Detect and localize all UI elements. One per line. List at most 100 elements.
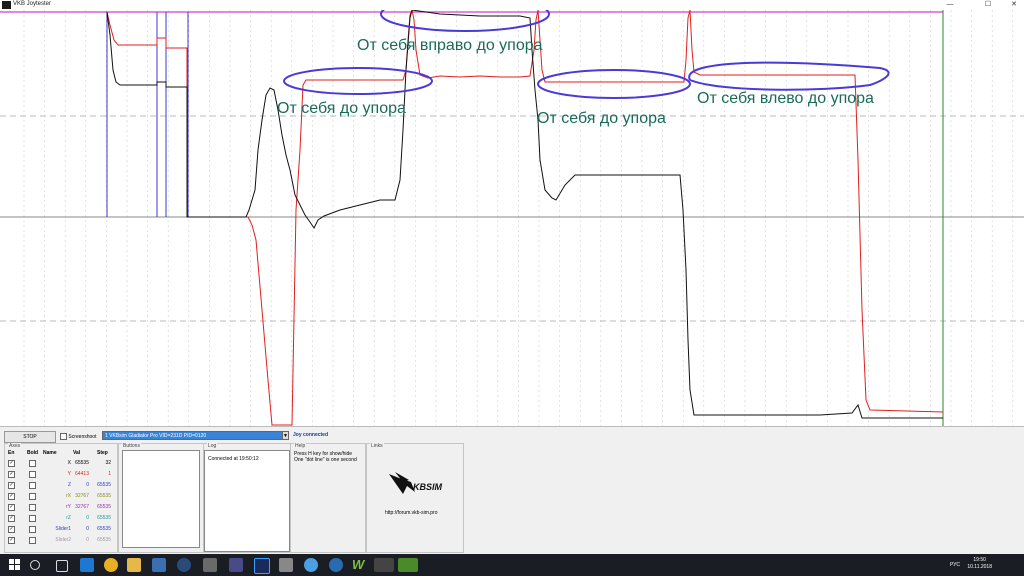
bold-checkbox[interactable] xyxy=(29,482,36,489)
enable-checkbox[interactable]: ✓ xyxy=(8,504,15,511)
axis-row-slider1: ✓ Slider1 0 65535 xyxy=(5,524,115,535)
system-clock[interactable]: 19:50 10.11.2018 xyxy=(967,557,992,571)
screenshot-check-icon[interactable] xyxy=(60,433,67,440)
steam-icon[interactable] xyxy=(177,558,191,572)
enable-checkbox[interactable]: ✓ xyxy=(8,515,15,522)
enable-checkbox[interactable]: ✓ xyxy=(8,482,15,489)
axis-name: X xyxy=(67,460,71,466)
start-icon[interactable] xyxy=(8,558,22,572)
enable-checkbox[interactable]: ✓ xyxy=(8,471,15,478)
control-panel: STOP Screenshoot 1 VKBsim Gladiator Pro … xyxy=(0,426,1024,555)
app-icon-2[interactable] xyxy=(203,558,217,572)
axes-header-name: Name xyxy=(43,450,57,456)
title-bar: VKB Joytester — ☐ ✕ xyxy=(0,0,1024,10)
joytester-taskbar-item[interactable] xyxy=(374,558,394,572)
enable-checkbox[interactable]: ✓ xyxy=(8,526,15,533)
clock-time: 19:50 xyxy=(973,557,986,563)
axes-header-en: En xyxy=(8,450,15,456)
annotation-forward-full-1: От себя до упора xyxy=(277,100,406,117)
winamp-icon[interactable]: W xyxy=(352,558,366,572)
task-view-icon[interactable] xyxy=(56,560,68,572)
axis-row-rx: ✓ rX 32767 65535 xyxy=(5,491,115,502)
enable-checkbox[interactable]: ✓ xyxy=(8,537,15,544)
axis-step: 65535 xyxy=(97,515,111,521)
axis-value: 0 xyxy=(86,537,89,543)
screenshot-checkbox[interactable]: Screenshoot xyxy=(60,433,96,440)
minimize-button[interactable]: — xyxy=(940,0,960,10)
info-icon[interactable] xyxy=(304,558,318,572)
edge-icon[interactable] xyxy=(80,558,94,572)
axis-value: 0 xyxy=(86,526,89,532)
bold-checkbox[interactable] xyxy=(29,493,36,500)
vkbsim-logo[interactable]: KBSIM xyxy=(385,468,445,498)
bold-checkbox[interactable] xyxy=(29,515,36,522)
app-icon-1[interactable] xyxy=(152,558,166,572)
axis-name: rY xyxy=(66,504,71,510)
bold-checkbox[interactable] xyxy=(29,460,36,467)
search-icon[interactable] xyxy=(30,560,40,570)
photoshop-icon[interactable] xyxy=(254,558,270,574)
help-group: Help Press H key for show/hide One "dot … xyxy=(290,443,366,553)
enable-checkbox[interactable]: ✓ xyxy=(8,460,15,467)
axes-header-step: Step xyxy=(97,450,108,456)
bold-checkbox[interactable] xyxy=(29,504,36,511)
axes-header-val: Val xyxy=(73,450,81,456)
annotation-forward-full-2: От себя до упора xyxy=(537,110,666,127)
bold-checkbox[interactable] xyxy=(29,526,36,533)
axis-value: 0 xyxy=(86,515,89,521)
screenshot-label: Screenshoot xyxy=(68,433,97,440)
axis-name: Slider2 xyxy=(55,537,71,543)
axis-step: 65535 xyxy=(97,482,111,488)
windows-taskbar: W РУС 19:50 10.11.2018 xyxy=(0,554,1024,576)
axis-value: 65535 xyxy=(75,460,89,466)
axes-title: Axes xyxy=(8,443,22,449)
axis-name: Y xyxy=(67,471,71,477)
axis-step: 65535 xyxy=(97,537,111,543)
handdrawn-annotation-marks xyxy=(283,10,890,99)
axis-value: 0 xyxy=(86,482,89,488)
buttons-group: Buttons xyxy=(118,443,204,553)
buttons-title: Buttons xyxy=(122,443,141,449)
help-title: Help xyxy=(294,443,307,449)
window-title: VKB Joytester xyxy=(13,1,52,7)
app-icon-6[interactable] xyxy=(398,558,418,572)
forum-link[interactable]: http://forum.vkb-sim.pro xyxy=(385,510,438,516)
axes-group: Axes En Bold Name Val Step ✓ X 65535 32 ✓ Y 64… xyxy=(4,443,118,553)
axis-step: 32 xyxy=(105,460,111,466)
axis-row-y: ✓ Y 64413 1 xyxy=(5,469,115,480)
chevron-down-icon[interactable]: ▼ xyxy=(282,431,289,440)
axis-row-slider2: ✓ Slider2 0 65535 xyxy=(5,535,115,546)
log-box[interactable]: Connected at 19:50:12 xyxy=(204,450,290,552)
links-title: Links xyxy=(370,443,384,449)
buttons-list[interactable] xyxy=(122,450,200,548)
axis-name: Z xyxy=(67,482,71,488)
app-icon xyxy=(2,1,11,9)
axis-row-ry: ✓ rY 32767 65535 xyxy=(5,502,115,513)
axis-name: rX xyxy=(66,493,71,499)
language-indicator[interactable]: РУС xyxy=(950,562,960,568)
stop-button[interactable]: STOP xyxy=(4,431,56,443)
close-button[interactable]: ✕ xyxy=(1004,0,1024,10)
connection-status: Joy connected xyxy=(293,432,329,438)
maximize-button[interactable]: ☐ xyxy=(978,0,998,10)
axis-row-rz: ✓ rZ 0 65535 xyxy=(5,513,115,524)
links-group: Links KBSIM http://forum.vkb-sim.pro xyxy=(366,443,464,553)
app-icon-3[interactable] xyxy=(229,558,243,572)
bold-checkbox[interactable] xyxy=(29,537,36,544)
axis-value: 32767 xyxy=(75,504,89,510)
annotation-left-full: От себя влево до упора xyxy=(697,90,874,107)
axis-value: 32767 xyxy=(75,493,89,499)
explorer-icon[interactable] xyxy=(127,558,141,572)
axis-row-z: ✓ Z 0 65535 xyxy=(5,480,115,491)
app-icon-5[interactable] xyxy=(329,558,343,572)
axis-step: 65535 xyxy=(97,504,111,510)
help-line-2: One "dot line" is one second xyxy=(294,457,357,463)
enable-checkbox[interactable]: ✓ xyxy=(8,493,15,500)
axis-value: 64413 xyxy=(75,471,89,477)
bold-checkbox[interactable] xyxy=(29,471,36,478)
axis-graph-canvas: От себя вправо до упора От себя до упора… xyxy=(0,10,1024,426)
device-select[interactable]: 1 VKBsim Gladiator Pro VID=231D PID=0120 xyxy=(102,431,288,440)
log-title: Log xyxy=(207,443,218,449)
app-icon-4[interactable] xyxy=(279,558,293,572)
chrome-icon[interactable] xyxy=(104,558,118,572)
